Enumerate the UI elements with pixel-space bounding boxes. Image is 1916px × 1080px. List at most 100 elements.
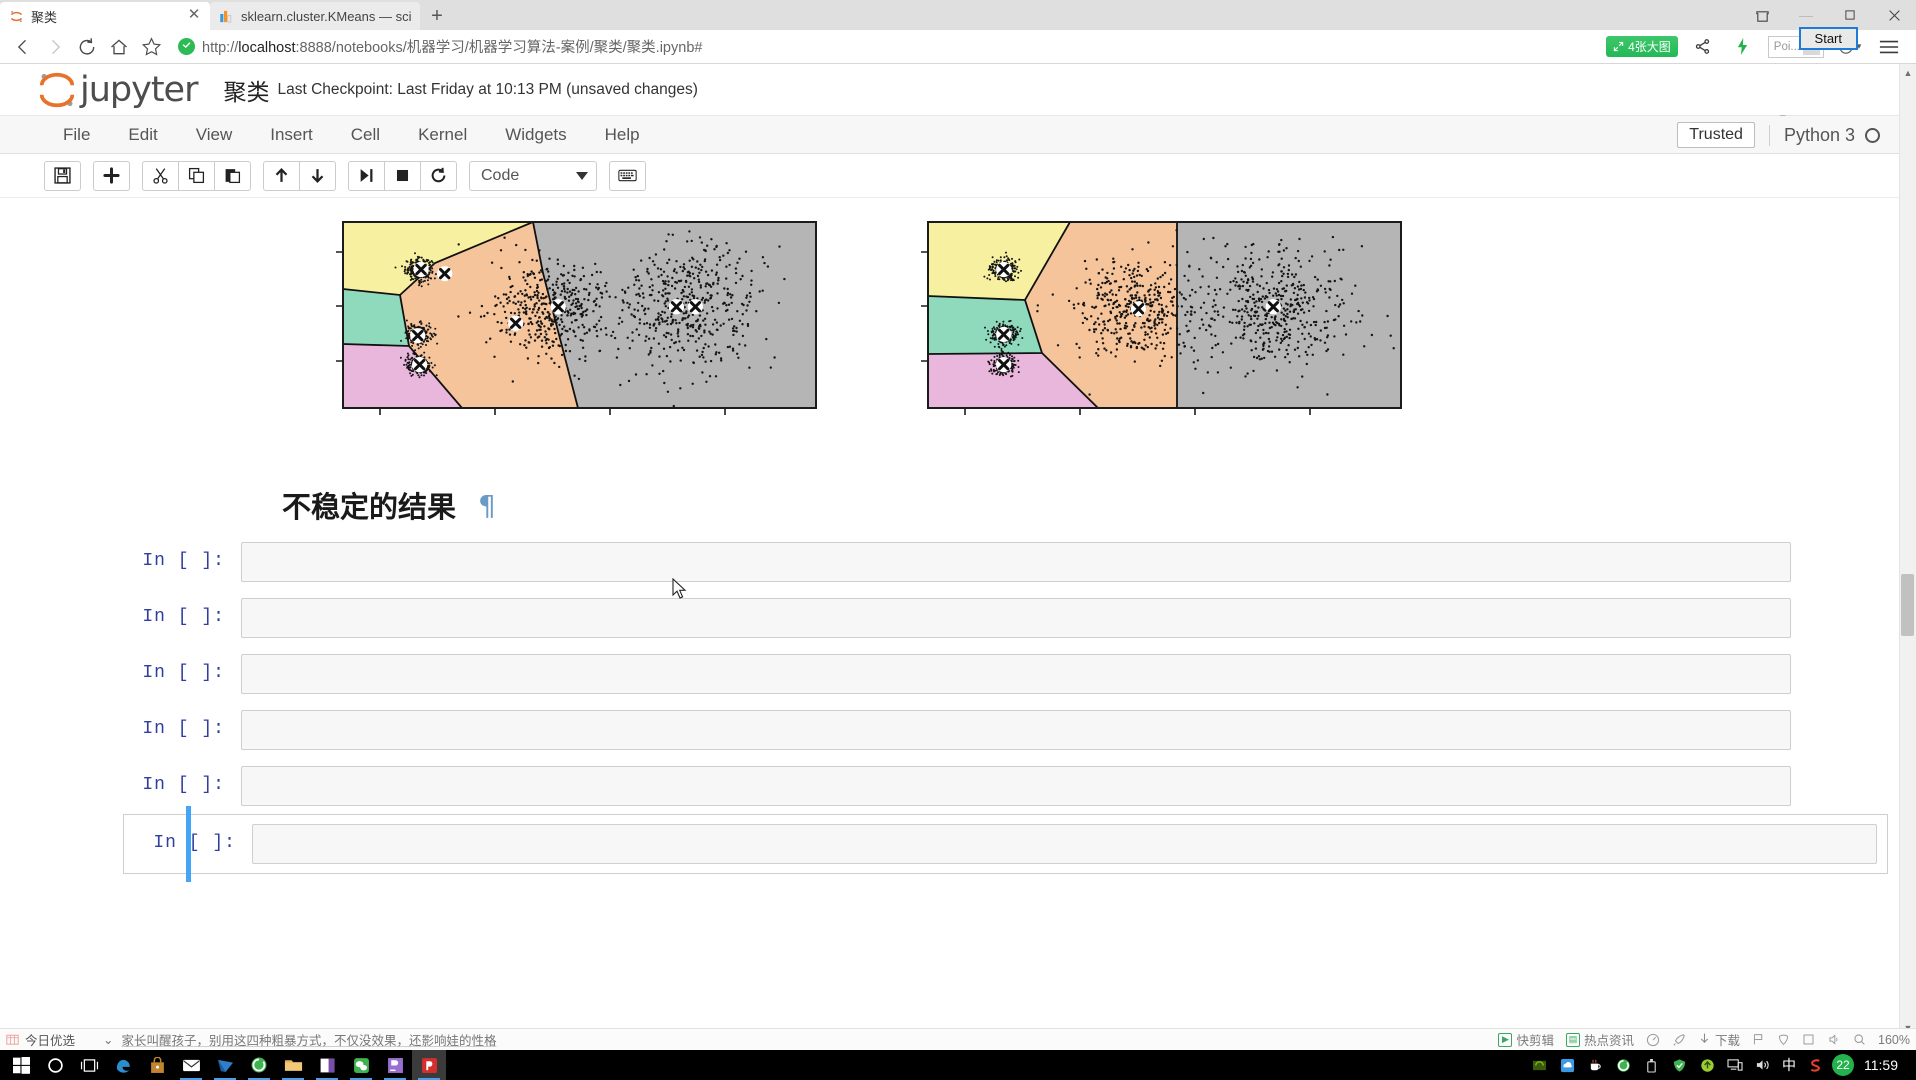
notebook-name[interactable]: 聚类 bbox=[223, 73, 269, 107]
nvidia-icon[interactable] bbox=[1526, 1050, 1552, 1080]
cell-input-area[interactable] bbox=[241, 542, 1791, 582]
taskbar-clock[interactable]: 11:59 bbox=[1858, 1057, 1910, 1073]
menu-view[interactable]: View bbox=[177, 116, 252, 154]
menu-help[interactable]: Help bbox=[586, 116, 659, 154]
speed-icon[interactable] bbox=[1646, 1033, 1660, 1047]
menu-kernel[interactable]: Kernel bbox=[399, 116, 486, 154]
mail-icon[interactable] bbox=[174, 1050, 208, 1080]
new-tab-button[interactable]: + bbox=[420, 2, 454, 30]
video-edit-item[interactable]: ▶ 快剪辑 bbox=[1498, 1030, 1554, 1049]
task-view-icon[interactable] bbox=[72, 1050, 106, 1080]
network-icon[interactable] bbox=[1722, 1050, 1748, 1080]
restore-down-icon[interactable] bbox=[1740, 0, 1784, 30]
menu-cell[interactable]: Cell bbox=[332, 116, 399, 154]
close-window-icon[interactable] bbox=[1872, 0, 1916, 30]
move-cell-down-button[interactable] bbox=[299, 160, 336, 191]
share-icon[interactable] bbox=[1688, 32, 1718, 62]
page-scrollbar[interactable]: ▲ ▼ bbox=[1899, 64, 1916, 1036]
notebook-cell-3[interactable]: In [ ]: bbox=[63, 710, 1853, 750]
news-item[interactable]: ▤ 热点资讯 bbox=[1565, 1030, 1634, 1049]
cortana-search-icon[interactable] bbox=[38, 1050, 72, 1080]
notebook-cell-1[interactable]: In [ ]: bbox=[63, 598, 1853, 638]
hamburger-menu-icon[interactable] bbox=[1874, 32, 1904, 62]
kernel-indicator[interactable]: Python 3 bbox=[1768, 124, 1880, 146]
menu-insert[interactable]: Insert bbox=[251, 116, 332, 154]
today-pick-label[interactable]: 今日优选 bbox=[25, 1030, 75, 1049]
windows-start-icon[interactable] bbox=[4, 1050, 38, 1080]
store-icon[interactable] bbox=[140, 1050, 174, 1080]
bookmark-star-icon[interactable] bbox=[136, 32, 166, 62]
onenote-icon[interactable] bbox=[310, 1050, 344, 1080]
edge-browser-icon[interactable] bbox=[106, 1050, 140, 1080]
jupyter-logo[interactable]: jupyter bbox=[36, 70, 198, 110]
shield-icon[interactable] bbox=[1777, 1033, 1790, 1046]
notebook-cell-0[interactable]: In [ ]: bbox=[63, 542, 1853, 582]
home-icon[interactable] bbox=[104, 32, 134, 62]
download-item[interactable]: 下载 bbox=[1698, 1030, 1740, 1049]
tea-icon[interactable] bbox=[1582, 1050, 1608, 1080]
browser-tab-0[interactable]: 聚类 ✕ bbox=[0, 2, 210, 30]
save-button[interactable] bbox=[44, 160, 81, 191]
chevron-expand-icon[interactable]: ⌄ bbox=[103, 1032, 113, 1047]
run-cell-button[interactable] bbox=[348, 160, 385, 191]
copy-cell-button[interactable] bbox=[178, 160, 215, 191]
lightning-icon[interactable] bbox=[1728, 32, 1758, 62]
reload-icon[interactable] bbox=[72, 32, 102, 62]
close-icon[interactable]: ✕ bbox=[186, 7, 202, 24]
notebook-cell-5[interactable]: In [ ]: bbox=[123, 806, 1888, 882]
minimize-icon[interactable]: — bbox=[1784, 0, 1828, 30]
image-count-badge[interactable]: 4张大图 bbox=[1606, 36, 1678, 57]
file-explorer-icon[interactable] bbox=[276, 1050, 310, 1080]
reader-icon[interactable] bbox=[412, 1050, 446, 1080]
cell-type-select[interactable]: Code bbox=[469, 160, 597, 191]
cell-input-area[interactable] bbox=[241, 598, 1791, 638]
menu-file[interactable]: File bbox=[44, 116, 109, 154]
window-icon[interactable] bbox=[1802, 1033, 1815, 1046]
status-bar-news[interactable]: ⌄ 家长叫醒孩子，别用这四种粗暴方式，不仅没效果，还影响娃的性格 bbox=[103, 1030, 497, 1049]
menu-widgets[interactable]: Widgets bbox=[486, 116, 585, 154]
sogou-icon[interactable] bbox=[1802, 1050, 1828, 1080]
360-browser-icon[interactable] bbox=[242, 1050, 276, 1080]
flag-icon[interactable] bbox=[1752, 1033, 1765, 1046]
cloud-disk-icon[interactable] bbox=[1554, 1050, 1580, 1080]
scroll-up-icon[interactable]: ▲ bbox=[1900, 64, 1916, 81]
move-cell-up-button[interactable] bbox=[263, 160, 300, 191]
browser-tab-1[interactable]: sklearn.cluster.KMeans — sci bbox=[210, 2, 420, 30]
wechat-icon[interactable] bbox=[344, 1050, 378, 1080]
news-headline[interactable]: 家长叫醒孩子，别用这四种粗暴方式，不仅没效果，还影响娃的性格 bbox=[122, 1030, 497, 1049]
zoom-level-label[interactable]: 160% bbox=[1878, 1033, 1910, 1047]
insert-cell-below-button[interactable] bbox=[93, 160, 130, 191]
paste-cell-button[interactable] bbox=[214, 160, 251, 191]
security-icon[interactable] bbox=[1666, 1050, 1692, 1080]
maximize-icon[interactable] bbox=[1828, 0, 1872, 30]
notebook-cell-4[interactable]: In [ ]: bbox=[63, 766, 1853, 806]
volume-icon[interactable] bbox=[1750, 1050, 1776, 1080]
search-icon[interactable] bbox=[1853, 1033, 1866, 1046]
cell-input-area[interactable] bbox=[241, 710, 1791, 750]
foxmail-icon[interactable] bbox=[208, 1050, 242, 1080]
ime-indicator[interactable]: 中 bbox=[1778, 1055, 1800, 1075]
url-bar[interactable]: http://localhost:8888/notebooks/机器学习/机器学… bbox=[178, 34, 1598, 60]
cell-input-area[interactable] bbox=[252, 824, 1877, 864]
restart-kernel-button[interactable] bbox=[420, 160, 457, 191]
notebook-cell-2[interactable]: In [ ]: bbox=[63, 654, 1853, 694]
browser-tray-icon[interactable] bbox=[1610, 1050, 1636, 1080]
anchor-link-icon[interactable]: ¶ bbox=[478, 489, 496, 522]
scrollbar-thumb[interactable] bbox=[1901, 574, 1914, 636]
start-popup-button[interactable]: Start bbox=[1798, 27, 1858, 50]
trusted-badge[interactable]: Trusted bbox=[1677, 122, 1755, 148]
rocket-icon[interactable] bbox=[1672, 1033, 1686, 1047]
back-icon[interactable] bbox=[8, 32, 38, 62]
update-icon[interactable] bbox=[1694, 1050, 1720, 1080]
notification-badge[interactable]: 22 bbox=[1830, 1050, 1856, 1080]
interrupt-kernel-button[interactable] bbox=[384, 160, 421, 191]
pycharm-icon[interactable] bbox=[378, 1050, 412, 1080]
cell-input-area[interactable] bbox=[241, 654, 1791, 694]
command-palette-button[interactable] bbox=[609, 160, 646, 191]
menu-edit[interactable]: Edit bbox=[109, 116, 176, 154]
cut-cell-button[interactable] bbox=[142, 160, 179, 191]
centroid-marker bbox=[996, 357, 1012, 373]
cell-input-area[interactable] bbox=[241, 766, 1791, 806]
volume-icon[interactable] bbox=[1827, 1033, 1841, 1046]
usb-icon[interactable] bbox=[1638, 1050, 1664, 1080]
